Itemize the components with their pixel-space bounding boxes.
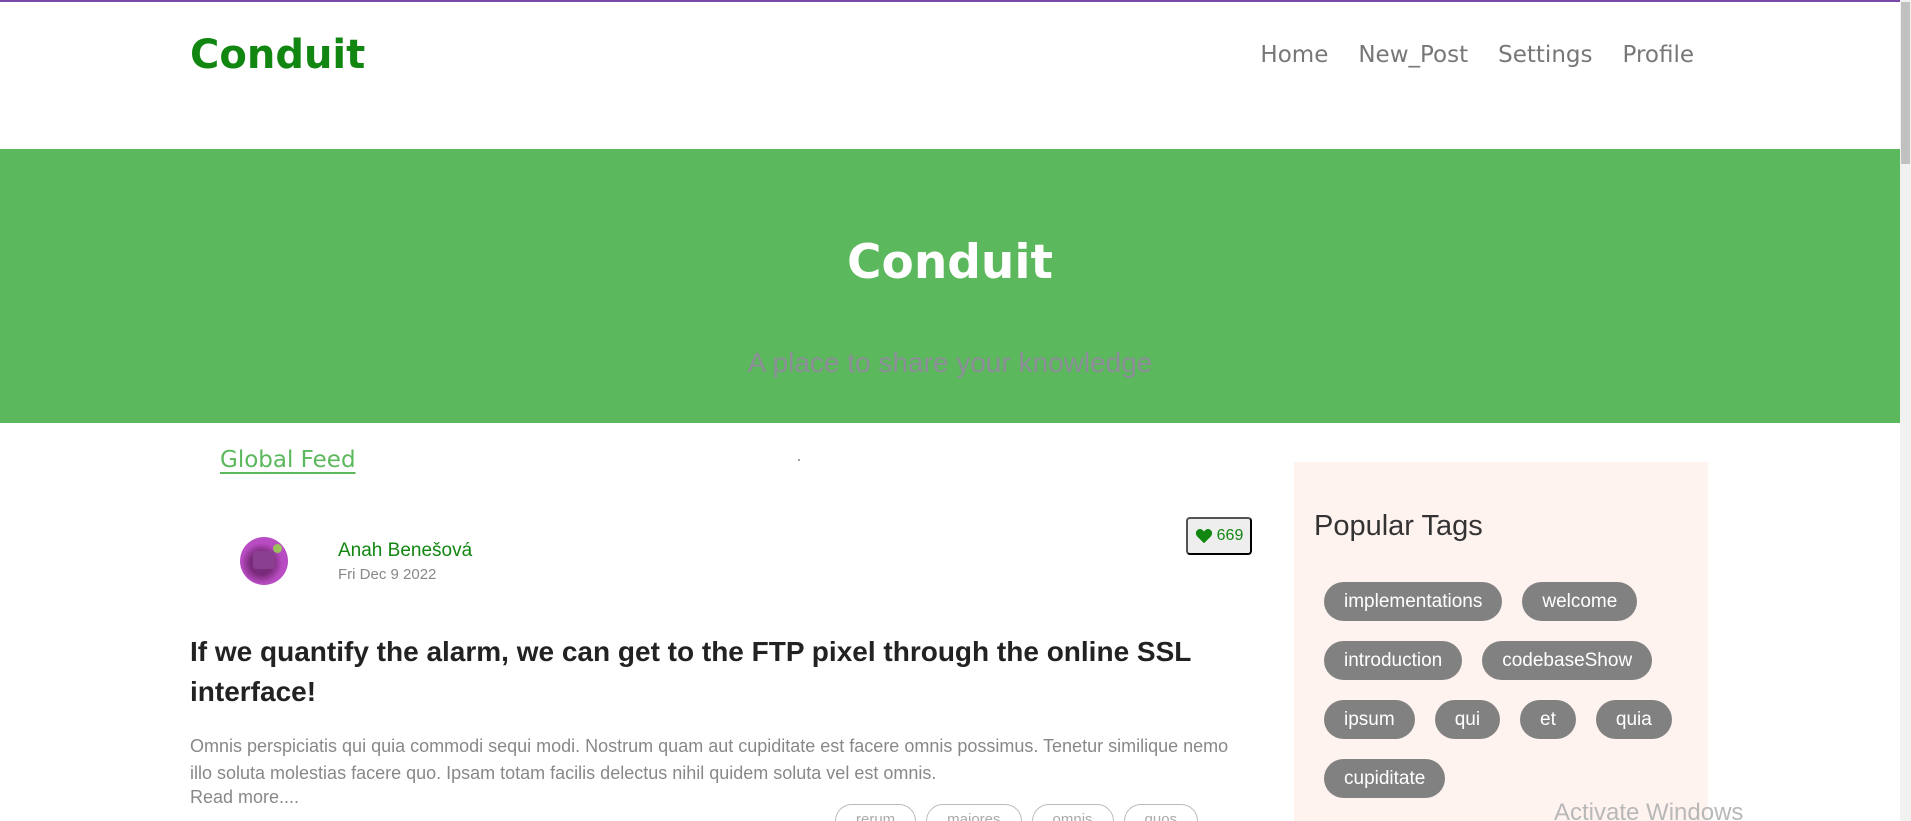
read-more-link[interactable]: Read more.... xyxy=(190,787,299,808)
author-name[interactable]: Anah Benešová xyxy=(338,540,472,562)
article-date: Fri Dec 9 2022 xyxy=(338,566,437,583)
favorite-count: 669 xyxy=(1216,527,1244,544)
navbar: Conduit Home New_Post Settings Profile xyxy=(0,2,1900,149)
nav-profile[interactable]: Profile xyxy=(1622,42,1694,68)
heart-icon xyxy=(1195,529,1212,544)
article-tag[interactable]: omnis xyxy=(1031,804,1114,821)
tag-pill[interactable]: codebaseShow xyxy=(1482,641,1653,680)
sidebar-title: Popular Tags xyxy=(1314,510,1483,542)
banner-subtitle: A place to share your knowledge xyxy=(747,347,1153,378)
tag-pill[interactable]: qui xyxy=(1434,700,1501,739)
tag-pill[interactable]: implementations xyxy=(1324,582,1503,621)
popular-tags-sidebar: Popular Tags implementations welcome int… xyxy=(1294,462,1708,821)
brand-logo[interactable]: Conduit xyxy=(190,32,365,78)
author-avatar[interactable] xyxy=(240,537,288,585)
hero-banner: Conduit A place to share your knowledge xyxy=(0,149,1900,423)
tag-pill[interactable]: cupiditate xyxy=(1324,759,1446,798)
banner-title: Conduit xyxy=(847,235,1053,290)
nav-links: Home New_Post Settings Profile xyxy=(1260,42,1694,68)
tag-pill[interactable]: ipsum xyxy=(1324,700,1415,739)
activate-windows-watermark: Activate Windows xyxy=(1554,799,1744,821)
tag-pill[interactable]: welcome xyxy=(1522,582,1638,621)
article-description: Omnis perspiciatis qui quia commodi sequ… xyxy=(190,736,1229,783)
scrollbar-thumb[interactable] xyxy=(1901,2,1910,164)
nav-home[interactable]: Home xyxy=(1260,42,1328,68)
loading-dot xyxy=(798,459,800,461)
tag-pill[interactable]: et xyxy=(1520,700,1576,739)
tag-pill[interactable]: introduction xyxy=(1324,641,1463,680)
article-tag-list: rerum maiores omnis quos xyxy=(835,804,1199,821)
nav-new-post[interactable]: New_Post xyxy=(1358,42,1468,68)
tag-pill[interactable]: quia xyxy=(1595,700,1672,739)
article-tag[interactable]: quos xyxy=(1123,804,1199,821)
article-tag[interactable]: maiores xyxy=(926,804,1022,821)
tab-global-feed[interactable]: Global Feed xyxy=(220,447,356,473)
article-title[interactable]: If we quantify the alarm, we can get to … xyxy=(190,632,1260,712)
vertical-scrollbar[interactable] xyxy=(1900,0,1911,821)
avatar-badge-icon xyxy=(273,544,282,553)
tag-list: implementations welcome introduction cod… xyxy=(1324,582,1704,798)
favorite-button[interactable]: 669 xyxy=(1186,517,1252,555)
avatar-image-icon xyxy=(253,551,275,569)
nav-settings[interactable]: Settings xyxy=(1498,42,1592,68)
article-tag[interactable]: rerum xyxy=(835,804,917,821)
